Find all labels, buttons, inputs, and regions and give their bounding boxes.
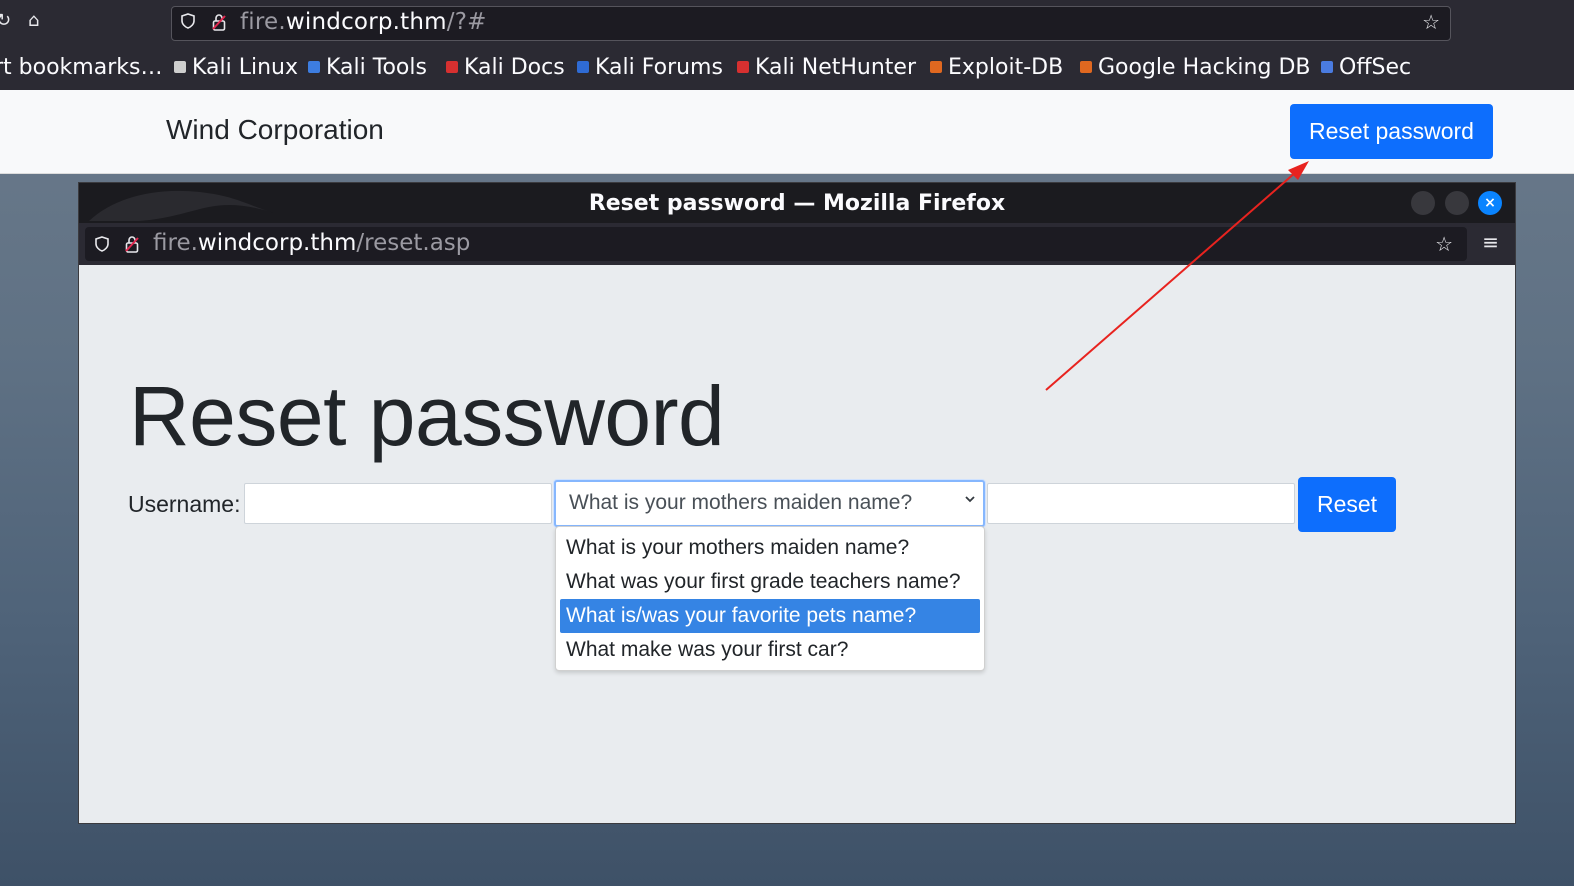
url-prefix: fire.: [240, 9, 286, 35]
bookmark-label: Kali Forums: [595, 55, 723, 80]
dropdown-option-highlighted[interactable]: What is/was your favorite pets name?: [560, 599, 980, 633]
dropdown-option[interactable]: What make was your first car?: [560, 633, 980, 667]
popup-address-toolbar: fire.windcorp.thm/reset.asp ☆ ≡: [79, 223, 1515, 265]
offsec-icon: [1321, 61, 1333, 73]
maximize-button[interactable]: [1445, 191, 1469, 215]
ghdb-icon: [1080, 61, 1092, 73]
url-path: /reset.asp: [356, 230, 471, 256]
kali-nethunter-icon: [737, 61, 749, 73]
bookmark-star-icon[interactable]: ☆: [1422, 10, 1440, 34]
kali-dragon-icon: [174, 61, 186, 73]
shield-icon[interactable]: [95, 236, 109, 252]
reset-button[interactable]: Reset: [1298, 477, 1396, 532]
address-url[interactable]: fire.windcorp.thm/?#: [240, 9, 487, 35]
popup-titlebar[interactable]: Reset password — Mozilla Firefox ×: [79, 183, 1515, 223]
hamburger-menu-icon[interactable]: ≡: [1482, 230, 1499, 254]
url-prefix: fire.: [153, 230, 198, 256]
dropdown-option[interactable]: What is your mothers maiden name?: [560, 531, 980, 565]
reset-password-popup-window: Reset password — Mozilla Firefox × fire.…: [79, 183, 1515, 823]
bookmark-kali-nethunter[interactable]: Kali NetHunter: [737, 55, 916, 80]
nav-reset-password-button[interactable]: Reset password: [1290, 104, 1493, 159]
bookmark-label: Google Hacking DB: [1098, 55, 1311, 80]
bookmark-import[interactable]: rt bookmarks…: [0, 55, 162, 80]
bookmark-kali-forums[interactable]: Kali Forums: [577, 55, 723, 80]
reload-icon[interactable]: ↻: [0, 10, 11, 31]
bookmark-google-hacking-db[interactable]: Google Hacking DB: [1080, 55, 1310, 80]
bookmarks-bar: rt bookmarks… Kali Linux Kali Tools Kali…: [0, 50, 1574, 88]
insecure-lock-icon[interactable]: [212, 13, 226, 31]
url-host: windcorp.thm: [285, 9, 447, 35]
site-brand[interactable]: Wind Corporation: [166, 114, 384, 146]
shield-icon[interactable]: [181, 13, 195, 29]
close-button[interactable]: ×: [1478, 191, 1502, 215]
kali-tools-icon: [308, 61, 320, 73]
page-heading: Reset password: [129, 369, 725, 463]
bookmark-label: Kali Tools: [326, 55, 427, 80]
bookmark-label: Kali NetHunter: [755, 55, 916, 80]
insecure-lock-icon[interactable]: [125, 235, 139, 253]
url-host: windcorp.thm: [197, 230, 357, 256]
chevron-down-icon: [965, 496, 975, 503]
dropdown-option[interactable]: What was your first grade teachers name?: [560, 565, 980, 599]
username-label: Username:: [128, 491, 241, 517]
site-navbar: Wind Corporation Reset password: [0, 90, 1574, 174]
question-dropdown-list: What is your mothers maiden name? What w…: [555, 526, 985, 671]
home-icon[interactable]: ⌂: [28, 10, 39, 31]
popup-address-bar[interactable]: fire.windcorp.thm/reset.asp ☆: [85, 227, 1467, 261]
popup-title: Reset password — Mozilla Firefox: [588, 191, 1006, 216]
minimize-button[interactable]: [1411, 191, 1435, 215]
address-bar[interactable]: fire.windcorp.thm/?# ☆: [171, 6, 1451, 41]
bookmark-label: rt bookmarks…: [0, 55, 163, 80]
url-path: /?#: [446, 9, 487, 35]
bookmark-kali-tools[interactable]: Kali Tools: [308, 55, 427, 80]
popup-address-url[interactable]: fire.windcorp.thm/reset.asp: [153, 230, 470, 256]
kali-forums-icon: [577, 61, 589, 73]
security-answer-input[interactable]: [987, 483, 1295, 524]
bookmark-label: Kali Docs: [464, 55, 565, 80]
bookmark-label: Kali Linux: [192, 55, 299, 80]
bookmark-star-icon[interactable]: ☆: [1435, 232, 1453, 256]
bookmark-exploit-db[interactable]: Exploit-DB: [930, 55, 1063, 80]
bookmark-label: Exploit-DB: [948, 55, 1064, 80]
selected-question: What is your mothers maiden name?: [569, 491, 913, 514]
kali-docs-icon: [446, 61, 458, 73]
username-input[interactable]: [244, 483, 552, 524]
exploit-db-icon: [930, 61, 942, 73]
bookmark-kali-docs[interactable]: Kali Docs: [446, 55, 565, 80]
browser-toolbar: ↻ ⌂ fire.windcorp.thm/?# ☆ rt bookmarks……: [0, 0, 1574, 90]
bookmark-offsec[interactable]: OffSec: [1321, 55, 1411, 80]
bookmark-label: OffSec: [1339, 55, 1412, 80]
bookmark-kali-linux[interactable]: Kali Linux: [174, 55, 298, 80]
security-question-select[interactable]: What is your mothers maiden name?: [554, 480, 985, 527]
